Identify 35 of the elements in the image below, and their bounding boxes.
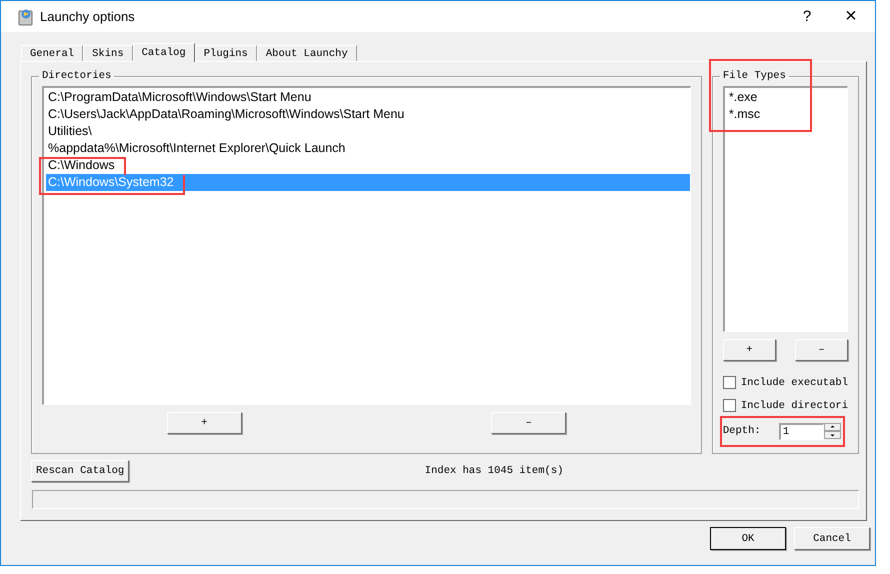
dialog-button[interactable]: OK	[710, 527, 786, 550]
group-label: File Types	[722, 70, 787, 82]
remove-button[interactable]: –	[795, 339, 848, 361]
file-types-list[interactable]: *.exe *.msc	[722, 86, 848, 332]
checkbox[interactable]	[722, 376, 736, 389]
list-item[interactable]: C:\ProgramData\Microsoft\Windows\Start Menu	[46, 89, 690, 106]
tab[interactable]: Skins	[83, 45, 133, 61]
remove-button[interactable]: –	[491, 412, 566, 434]
app-icon	[18, 8, 34, 26]
list-item[interactable]: C:\Users\Jack\AppData\Roaming\Microsoft\Windows\Start Menu	[46, 106, 690, 123]
spin-arrows-icon[interactable]	[824, 423, 841, 439]
checkbox-label: Include executabl	[740, 376, 848, 388]
group-label: Directories	[41, 70, 112, 82]
tab[interactable]: About Launchy	[256, 45, 357, 61]
directories-list[interactable]: C:\ProgramData\Microsoft\Windows\Start Menu C:\Users\Jack\AppData\Roaming\Microsoft\Windows\Start Menu Utilities\ %appdata%\Microsoft\Internet Explorer\Quick Launch C:\Windows C:\Windows\System32	[42, 86, 691, 405]
checkbox-label: Include directori	[740, 400, 848, 412]
list-item[interactable]: %appdata%\Microsoft\Internet Explorer\Quick Launch	[46, 140, 690, 157]
checkbox[interactable]	[722, 399, 736, 412]
add-button[interactable]: +	[722, 339, 776, 361]
list-item[interactable]: *.exe	[726, 89, 847, 106]
dialog-button[interactable]: Cancel	[794, 527, 870, 550]
list-item[interactable]: Utilities\	[46, 123, 690, 140]
list-item[interactable]: C:\Windows	[46, 157, 690, 174]
index-status: Index has 1045 item(s)	[424, 465, 564, 477]
window-title: Launchy options	[40, 9, 135, 24]
tab[interactable]: General	[21, 45, 84, 61]
list-item[interactable]: *.msc	[726, 106, 847, 123]
add-button[interactable]: +	[166, 412, 242, 434]
rescan-catalog-button[interactable]: Rescan Catalog	[31, 460, 130, 482]
help-button[interactable]: ?	[785, 2, 829, 32]
depth-label: Depth:	[722, 425, 762, 437]
depth-field[interactable]: 1	[778, 422, 824, 440]
tab[interactable]: Plugins	[194, 45, 257, 61]
tab[interactable]: Catalog	[132, 43, 195, 62]
close-button[interactable]: ×	[829, 2, 873, 32]
